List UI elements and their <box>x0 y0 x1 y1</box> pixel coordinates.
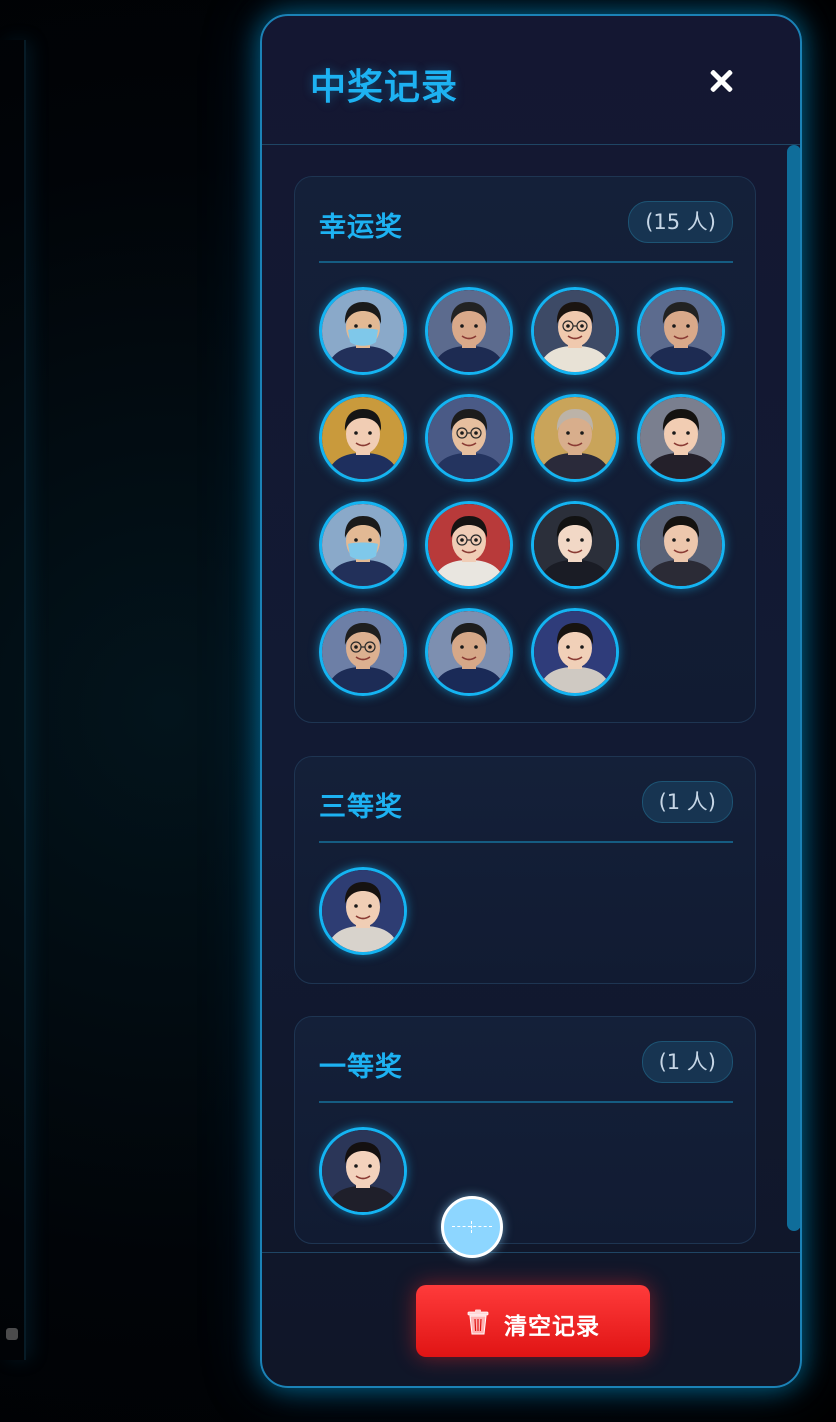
dialog-title: 中奖记录 <box>310 67 459 108</box>
scrollbar-thumb[interactable] <box>787 145 800 1231</box>
winner-avatar[interactable] <box>319 394 407 482</box>
crosshair-horizontal <box>452 1226 492 1227</box>
winner-avatar[interactable] <box>319 501 407 589</box>
prize-group-first: 一等奖 (1 人) <box>294 1016 756 1244</box>
winner-photo <box>640 397 722 479</box>
scrollbar[interactable] <box>787 145 800 1252</box>
winner-avatar[interactable] <box>319 867 407 955</box>
winner-photo <box>322 611 404 693</box>
prize-name: 一等奖 <box>319 1052 403 1083</box>
winner-photo <box>428 290 510 372</box>
winner-avatar[interactable] <box>531 608 619 696</box>
winner-photo <box>428 397 510 479</box>
winner-count-badge: (15 人) <box>628 201 733 243</box>
winner-photo <box>322 397 404 479</box>
winner-photo <box>322 504 404 586</box>
winner-avatar[interactable] <box>319 1127 407 1215</box>
prize-name: 幸运奖 <box>319 212 403 243</box>
winner-photo <box>534 290 616 372</box>
prize-group-header: 一等奖 (1 人) <box>319 1041 733 1103</box>
crosshair-vertical <box>471 1221 472 1233</box>
winner-photo <box>428 504 510 586</box>
prize-group-header: 幸运奖 (15 人) <box>319 201 733 263</box>
winner-avatar[interactable] <box>637 394 725 482</box>
winner-photo <box>322 1130 404 1212</box>
dialog-footer: 清空记录 <box>262 1252 800 1386</box>
records-scroll-area[interactable]: 幸运奖 (15 人) 三等奖 (1 人) 一等奖 (1 人) <box>262 145 800 1252</box>
winner-avatar[interactable] <box>425 287 513 375</box>
prize-group-header: 三等奖 (1 人) <box>319 781 733 843</box>
background-indicator <box>6 1328 18 1340</box>
winner-records-dialog: 中奖记录 幸运奖 (15 人) 三等奖 (1 人) 一等奖 (1 人) 清空记录 <box>260 14 802 1388</box>
background-panel-edge <box>0 40 26 1360</box>
winner-avatar[interactable] <box>637 501 725 589</box>
winner-avatar[interactable] <box>531 501 619 589</box>
prize-name: 三等奖 <box>319 792 403 823</box>
winner-avatar[interactable] <box>425 501 513 589</box>
winner-count-badge: (1 人) <box>641 781 733 823</box>
winner-photo <box>322 290 404 372</box>
winner-avatar[interactable] <box>531 394 619 482</box>
prize-group-lucky: 幸运奖 (15 人) <box>294 176 756 723</box>
winner-photo <box>322 870 404 952</box>
close-icon[interactable] <box>702 62 740 100</box>
prize-group-third: 三等奖 (1 人) <box>294 756 756 984</box>
winner-photo <box>534 504 616 586</box>
winner-avatar[interactable] <box>425 608 513 696</box>
winner-avatar[interactable] <box>531 287 619 375</box>
crosshair-icon[interactable] <box>441 1196 503 1258</box>
winner-avatar[interactable] <box>319 287 407 375</box>
winner-photo <box>428 611 510 693</box>
winner-photo <box>640 290 722 372</box>
winner-avatar[interactable] <box>319 608 407 696</box>
winner-photo <box>534 397 616 479</box>
clear-records-label: 清空记录 <box>504 1314 600 1340</box>
trash-icon <box>466 1309 490 1335</box>
winner-count-badge: (1 人) <box>641 1041 733 1083</box>
clear-records-button[interactable]: 清空记录 <box>416 1285 650 1357</box>
winner-avatar[interactable] <box>425 394 513 482</box>
dialog-header: 中奖记录 <box>262 16 800 145</box>
winner-photo <box>534 611 616 693</box>
winner-avatar[interactable] <box>637 287 725 375</box>
winner-photo <box>640 504 722 586</box>
